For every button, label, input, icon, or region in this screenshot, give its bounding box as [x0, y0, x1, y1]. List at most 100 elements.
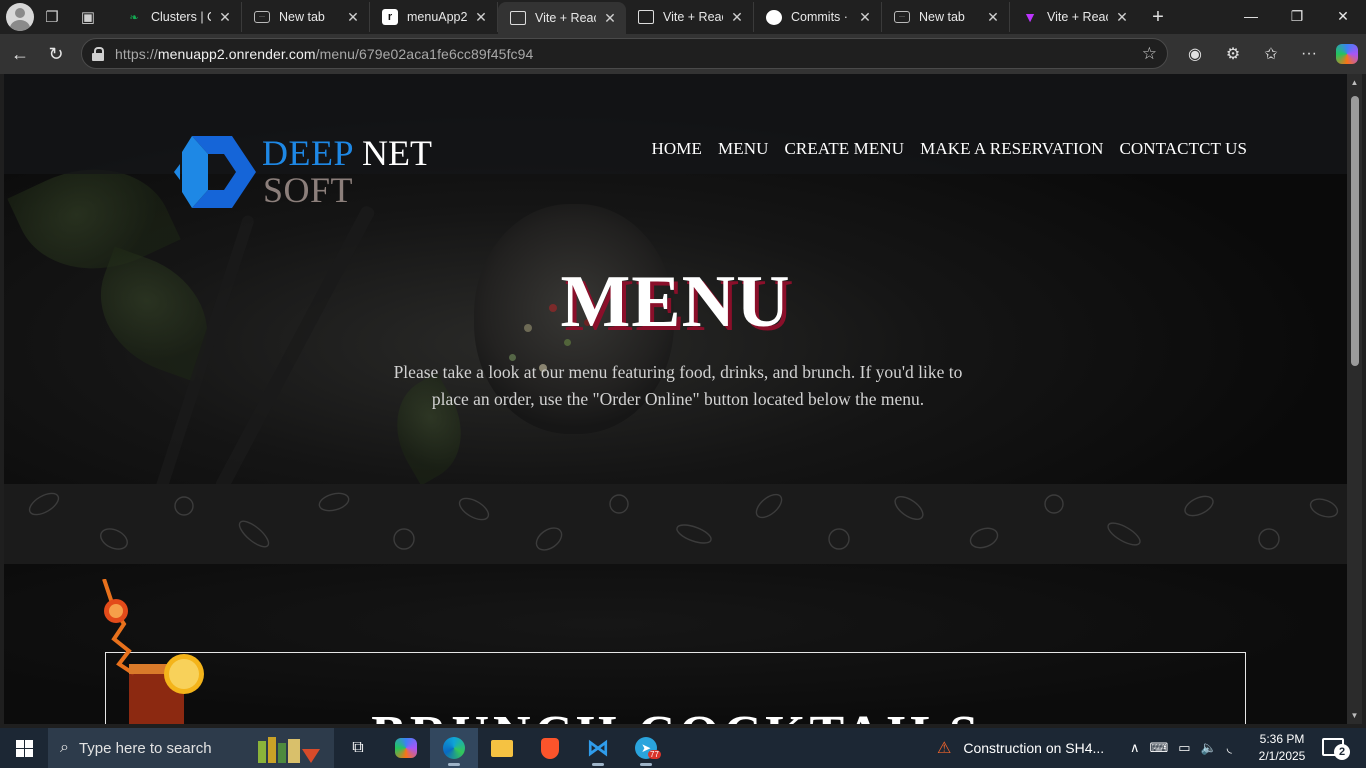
battery-icon[interactable]: ▭	[1178, 740, 1190, 756]
favorites-icon[interactable]: ✩	[1252, 36, 1290, 72]
new-tab-icon: ···	[254, 11, 270, 23]
workspaces-icon[interactable]: ❐	[34, 2, 70, 32]
close-icon[interactable]: ✕	[602, 10, 618, 27]
minimize-icon[interactable]: —	[1228, 0, 1274, 32]
nav-home[interactable]: HOME	[652, 139, 702, 159]
github-icon	[766, 9, 782, 25]
close-icon[interactable]: ✕	[345, 9, 361, 26]
page-icon	[510, 11, 526, 25]
close-icon[interactable]: ✕	[1114, 9, 1130, 26]
tab-title: Clusters | Clo	[151, 10, 211, 24]
system-tray: ∧ ⌨ ▭ 🔈 ◟	[1130, 728, 1232, 768]
logo-text-deep[interactable]: DEEP	[262, 132, 354, 174]
vite-icon: ▼	[1023, 9, 1037, 25]
task-view-icon[interactable]: ⧉	[334, 728, 382, 768]
nav-create-menu[interactable]: CREATE MENU	[784, 139, 904, 159]
vertical-tabs-icon[interactable]: ▣	[70, 2, 106, 32]
file-explorer-icon[interactable]	[478, 728, 526, 768]
tab-title: menuApp2 ·	[407, 10, 467, 24]
more-menu-icon[interactable]: ···	[1290, 36, 1328, 72]
tab-6[interactable]: ··· New tab ✕	[882, 2, 1010, 32]
brave-browser-icon[interactable]	[526, 728, 574, 768]
tab-title: New tab	[279, 10, 325, 24]
new-tab-icon: ···	[894, 11, 910, 23]
restore-icon[interactable]: ❐	[1274, 0, 1320, 32]
news-headline: Construction on SH4...	[963, 740, 1105, 756]
menu-category-heading: BRUNCH COCKTAILS	[106, 705, 1247, 724]
logo-text-net[interactable]: NET	[362, 132, 432, 174]
tab-0[interactable]: ❧ Clusters | Clo ✕	[114, 2, 242, 32]
refresh-icon[interactable]: ↻	[38, 36, 74, 72]
copilot-app-icon[interactable]	[382, 728, 430, 768]
close-icon[interactable]: ✕	[729, 9, 745, 26]
tab-title: Vite + React	[535, 11, 596, 25]
tab-1[interactable]: ··· New tab ✕	[242, 2, 370, 32]
search-highlight-books-icon	[258, 733, 328, 763]
tab-4[interactable]: Vite + React ✕	[626, 2, 754, 32]
tab-2[interactable]: r menuApp2 · ✕	[370, 2, 498, 32]
nav-contact-us[interactable]: CONTACTCT US	[1119, 139, 1247, 159]
browser-toolbar: ← ↻ https://menuapp2.onrender.com/menu/6…	[0, 34, 1366, 74]
clock-time: 5:36 PM	[1259, 732, 1305, 746]
tab-title: Vite + React	[1047, 10, 1108, 24]
close-icon[interactable]: ✕	[857, 9, 873, 26]
edge-browser-icon[interactable]	[430, 728, 478, 768]
nav-make-reservation[interactable]: MAKE A RESERVATION	[920, 139, 1103, 159]
scroll-down-arrow-icon[interactable]: ▼	[1350, 711, 1359, 720]
show-hidden-icons-chevron-icon[interactable]: ∧	[1130, 740, 1140, 756]
volume-icon[interactable]: 🔈	[1201, 740, 1217, 756]
nav-menu[interactable]: MENU	[718, 139, 768, 159]
cocktail-glass-image	[102, 579, 204, 724]
tab-7[interactable]: ▼ Vite + React ✕	[1010, 2, 1138, 32]
tab-title: Commits · Pr	[791, 10, 851, 24]
close-icon[interactable]: ✕	[473, 9, 489, 26]
tab-title: Vite + React	[663, 10, 723, 24]
input-method-icon[interactable]: ⌨	[1150, 740, 1169, 756]
news-widget[interactable]: ⚠ Construction on SH4...	[937, 728, 1104, 768]
mongodb-leaf-icon: ❧	[129, 11, 139, 24]
site-nav: HOME MENU CREATE MENU MAKE A RESERVATION…	[652, 139, 1247, 159]
extensions-icon[interactable]: ⚙	[1214, 36, 1252, 72]
tab-strip: ❐ ▣ ❧ Clusters | Clo ✕ ··· New tab ✕ r m…	[0, 0, 1366, 34]
search-placeholder: Type here to search	[78, 739, 212, 757]
url-text: https://menuapp2.onrender.com/menu/679e0…	[115, 45, 534, 62]
clock-date: 2/1/2025	[1258, 749, 1306, 763]
window-controls: — ❐ ✕	[1228, 0, 1366, 32]
taskbar-clock[interactable]: 5:36 PM 2/1/2025	[1252, 731, 1312, 765]
profile-avatar[interactable]	[6, 3, 34, 31]
address-bar[interactable]: https://menuapp2.onrender.com/menu/679e0…	[81, 38, 1168, 69]
windows-taskbar: ⌕ Type here to search ⧉ ⋈ ➤ 77 ⚠ Constru…	[0, 728, 1366, 768]
favorite-star-icon[interactable]: ☆	[1142, 44, 1157, 64]
render-icon: r	[382, 9, 398, 25]
copilot-icon[interactable]	[1328, 36, 1366, 72]
page-title: MENU	[560, 261, 791, 343]
hero-description: Please take a look at our menu featuring…	[393, 362, 963, 409]
scrollbar-thumb[interactable]	[1351, 96, 1359, 366]
close-icon[interactable]: ✕	[217, 9, 233, 26]
page-icon	[638, 10, 654, 24]
close-icon[interactable]: ✕	[985, 9, 1001, 26]
vscode-icon[interactable]: ⋈	[574, 728, 622, 768]
tracking-prevention-icon[interactable]: ◉	[1176, 36, 1214, 72]
deepnetsoft-logo-icon[interactable]	[174, 136, 256, 208]
page-scrollbar[interactable]: ▲ ▼	[1347, 74, 1362, 724]
back-arrow-icon[interactable]: ←	[2, 36, 38, 72]
tab-3-active[interactable]: Vite + React ✕	[498, 2, 626, 34]
window-close-icon[interactable]: ✕	[1320, 0, 1366, 32]
traffic-alert-icon: ⚠	[937, 740, 952, 757]
taskbar-search-box[interactable]: ⌕ Type here to search	[48, 728, 334, 768]
lock-icon[interactable]	[91, 46, 105, 61]
windows-start-icon[interactable]	[0, 728, 48, 768]
telegram-icon[interactable]: ➤ 77	[622, 728, 670, 768]
search-icon: ⌕	[60, 739, 69, 756]
tab-title: New tab	[919, 10, 965, 24]
network-icon[interactable]: ◟	[1227, 740, 1232, 756]
scroll-up-arrow-icon[interactable]: ▲	[1350, 78, 1359, 87]
notification-count-badge: 2	[1334, 744, 1350, 760]
new-tab-button[interactable]: +	[1142, 6, 1174, 29]
logo-text-soft[interactable]: SOFT	[263, 169, 353, 211]
toolbar-icons: ◉ ⚙ ✩ ···	[1176, 34, 1366, 74]
tab-5[interactable]: Commits · Pr ✕	[754, 2, 882, 32]
decorative-pattern-band	[4, 484, 1347, 564]
telegram-unread-badge: 77	[648, 750, 661, 759]
